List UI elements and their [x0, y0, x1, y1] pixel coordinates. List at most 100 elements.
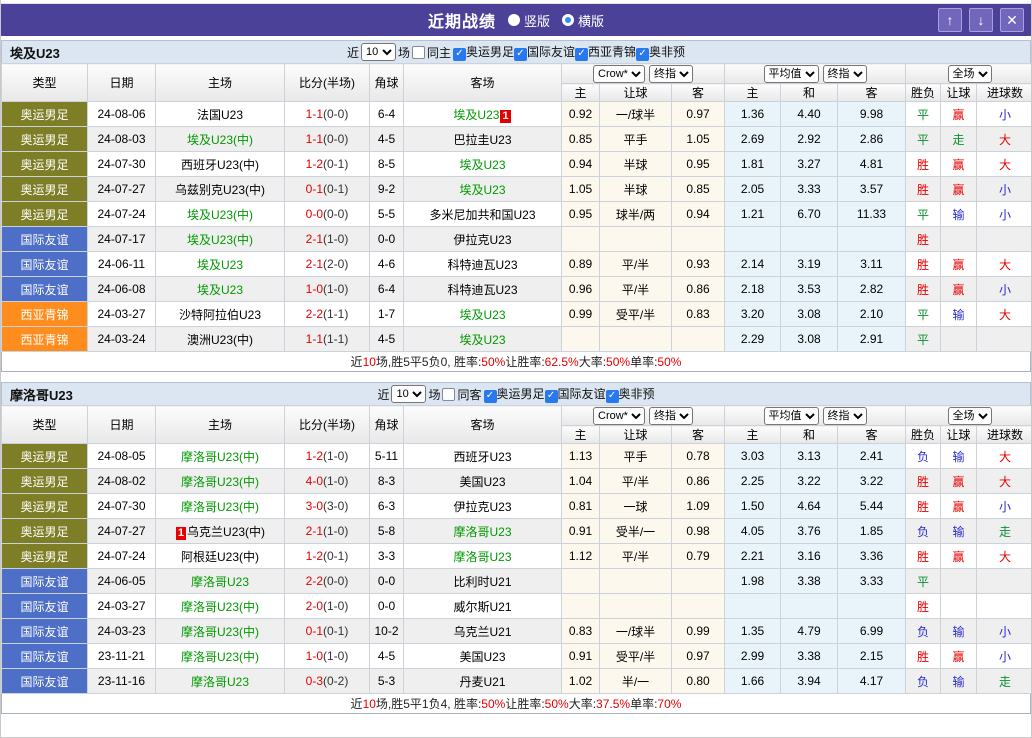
team-label: 摩洛哥U23(中) [180, 449, 259, 464]
goals-cell: 小 [975, 493, 1031, 519]
let-home-odds: 0.85 [561, 126, 600, 152]
goals-cell [975, 326, 1031, 352]
full-match-select[interactable]: 全场 [947, 64, 992, 83]
league-cell: 国际友谊 [1, 251, 88, 277]
away-team-cell: 多米尼加共和国U23 [403, 201, 562, 227]
let-result-cell: 输 [940, 618, 977, 644]
horizontal-layout-label: 横版 [578, 13, 605, 29]
final-odds-select-2[interactable]: 终指 [822, 406, 867, 425]
same-venue-checkbox[interactable] [442, 387, 456, 401]
league-cell: 奥运男足 [1, 126, 88, 152]
let-home-odds: 0.96 [561, 276, 600, 302]
league-checkbox[interactable]: ✓ [605, 389, 619, 403]
team-label: 科特迪瓦U23 [447, 282, 518, 297]
avg-home-odds: 3.20 [724, 301, 781, 327]
section-header-bar: 埃及U23 近 10 场 同主 ✓ 奥运男足 ✓ 国际友谊 ✓ 西亚青锦 ✓ 奥非预 [1, 40, 1031, 63]
away-team-cell: 摩洛哥U23 [403, 543, 562, 569]
match-row: 奥运男足 24-07-30 西班牙U23(中) 1-2(0-1) 8-5 埃及U23 0.9… [1, 151, 1031, 177]
avg-home-odds: 1.35 [724, 618, 781, 644]
avg-draw-odds: 3.16 [780, 543, 838, 569]
score-cell: 0-1(0-1) [284, 176, 370, 202]
league-checkbox[interactable]: ✓ [483, 389, 497, 403]
let-line: 受半/一 [599, 518, 672, 544]
europe-odds-group: 平均值 终指 [724, 405, 906, 426]
team-label: 埃及U23 [459, 307, 506, 322]
date-cell: 24-07-17 [87, 226, 156, 252]
avg-home-odds: 1.98 [724, 568, 781, 594]
final-odds-select[interactable]: 终指 [649, 406, 693, 425]
let-line: 球半/两 [599, 201, 672, 227]
bookmaker-select[interactable]: Crow* [593, 64, 645, 83]
avg-home-odds: 2.14 [724, 251, 781, 277]
score-cell: 1-2(0-1) [284, 151, 370, 177]
away-team-cell: 埃及U23 [403, 151, 562, 177]
recent-games-select[interactable]: 10 [391, 385, 427, 403]
window-buttons: ↑ ↓ ✕ [938, 8, 1024, 32]
filter-controls: 近 10 场 同主 ✓ 奥运男足 ✓ 国际友谊 ✓ 西亚青锦 ✓ 奥非预 [346, 43, 686, 61]
full-match-select[interactable]: 全场 [947, 406, 992, 425]
let-result-cell: 赢 [940, 251, 977, 277]
score-cell: 1-0(1-0) [284, 643, 370, 669]
team-label: 摩洛哥U23(中) [180, 649, 259, 664]
team-label: 摩洛哥U23 [190, 574, 249, 589]
date-cell: 24-08-02 [87, 468, 156, 494]
vertical-layout-radio[interactable] [507, 14, 520, 26]
move-up-button[interactable]: ↑ [938, 8, 962, 32]
result-cell: 胜 [905, 643, 941, 669]
team-label: 埃及U23 [196, 282, 243, 297]
team-label: 比利时U21 [453, 574, 512, 589]
let-home-odds: 0.89 [561, 251, 600, 277]
team-label: 埃及U23 [453, 107, 500, 122]
team-label: 西班牙U23(中) [180, 157, 259, 172]
avg-draw-odds: 4.79 [780, 618, 838, 644]
let-result-cell: 赢 [940, 643, 977, 669]
horizontal-layout-radio[interactable] [562, 14, 574, 26]
team-label: 美国U23 [459, 474, 506, 489]
bookmaker-select[interactable]: Crow* [593, 406, 645, 425]
result-cell: 胜 [905, 593, 941, 619]
average-select[interactable]: 平均值 [763, 64, 819, 83]
move-down-button[interactable]: ↓ [969, 8, 993, 32]
date-cell: 24-03-27 [87, 593, 156, 619]
let-away-odds: 0.85 [671, 176, 725, 202]
close-button[interactable]: ✕ [1000, 8, 1024, 32]
league-checkbox[interactable]: ✓ [544, 389, 558, 403]
home-team-cell: 摩洛哥U23(中) [155, 468, 285, 494]
team-label: 巴拉圭U23 [453, 132, 512, 147]
summary-segment: 让胜率: [505, 355, 545, 369]
match-row: 西亚青锦 24-03-27 沙特阿拉伯U23 2-2(1-1) 1-7 埃及U23 0.99… [1, 301, 1031, 327]
let-result-cell: 赢 [940, 151, 977, 177]
team-label: 西班牙U23 [453, 449, 512, 464]
summary-segment: 近 [350, 355, 363, 369]
away-team-cell: 美国U23 [403, 643, 562, 669]
league-checkbox[interactable]: ✓ [575, 47, 589, 61]
league-cell: 国际友谊 [1, 618, 88, 644]
league-checkbox[interactable]: ✓ [636, 47, 650, 61]
avg-home-odds: 2.99 [724, 643, 781, 669]
col-avg-home: 主 [724, 425, 781, 444]
let-result-cell: 赢 [940, 176, 977, 202]
avg-away-odds: 6.99 [837, 618, 906, 644]
score-cell: 1-0(1-0) [284, 276, 370, 302]
avg-home-odds [724, 593, 781, 619]
away-team-cell: 埃及U23 [403, 176, 562, 202]
summary-segment: 让胜率: [505, 697, 545, 711]
final-odds-select-2[interactable]: 终指 [822, 64, 867, 83]
same-venue-checkbox[interactable] [411, 45, 425, 59]
average-select[interactable]: 平均值 [763, 406, 819, 425]
recent-games-select[interactable]: 10 [360, 43, 396, 61]
col-type: 类型 [1, 63, 88, 102]
team-label: 摩洛哥U23 [453, 524, 512, 539]
match-row: 国际友谊 24-07-17 埃及U23(中) 2-1(1-0) 0-0 伊拉克U23 胜 [1, 226, 1031, 252]
avg-home-odds: 3.03 [724, 443, 781, 469]
league-checkbox[interactable]: ✓ [514, 47, 527, 61]
goals-cell: 小 [975, 643, 1031, 669]
team-label: 威尔斯U21 [453, 599, 512, 614]
col-let-line: 让球 [599, 83, 672, 102]
corner-cell: 6-4 [369, 101, 404, 127]
score-cell: 4-0(1-0) [284, 468, 370, 494]
let-line: 平/半 [599, 543, 672, 569]
league-checkbox[interactable]: ✓ [452, 47, 466, 61]
final-odds-select[interactable]: 终指 [649, 64, 693, 83]
let-result-cell [940, 226, 977, 252]
